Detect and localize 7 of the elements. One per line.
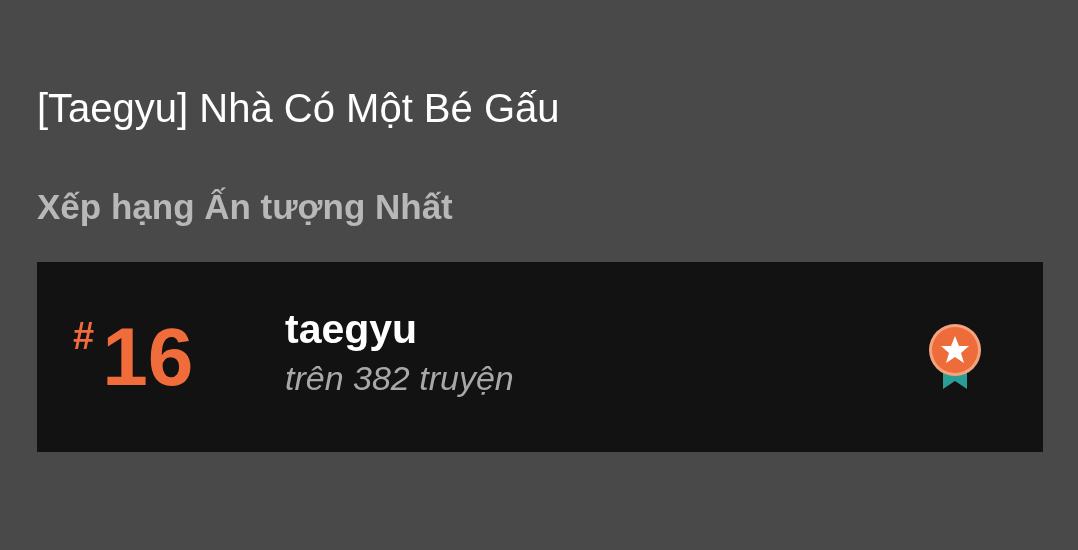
medal-icon [927,323,983,391]
story-title: [Taegyu] Nhà Có Một Bé Gấu [37,85,561,132]
section-heading: Xếp hạng Ấn tượng Nhất [37,186,454,228]
ranking-subtitle: trên 382 truyện [285,359,515,398]
hash-sign: # [73,316,95,356]
tag-name: taegyu [285,306,419,353]
rank-number: 16 [102,312,194,402]
